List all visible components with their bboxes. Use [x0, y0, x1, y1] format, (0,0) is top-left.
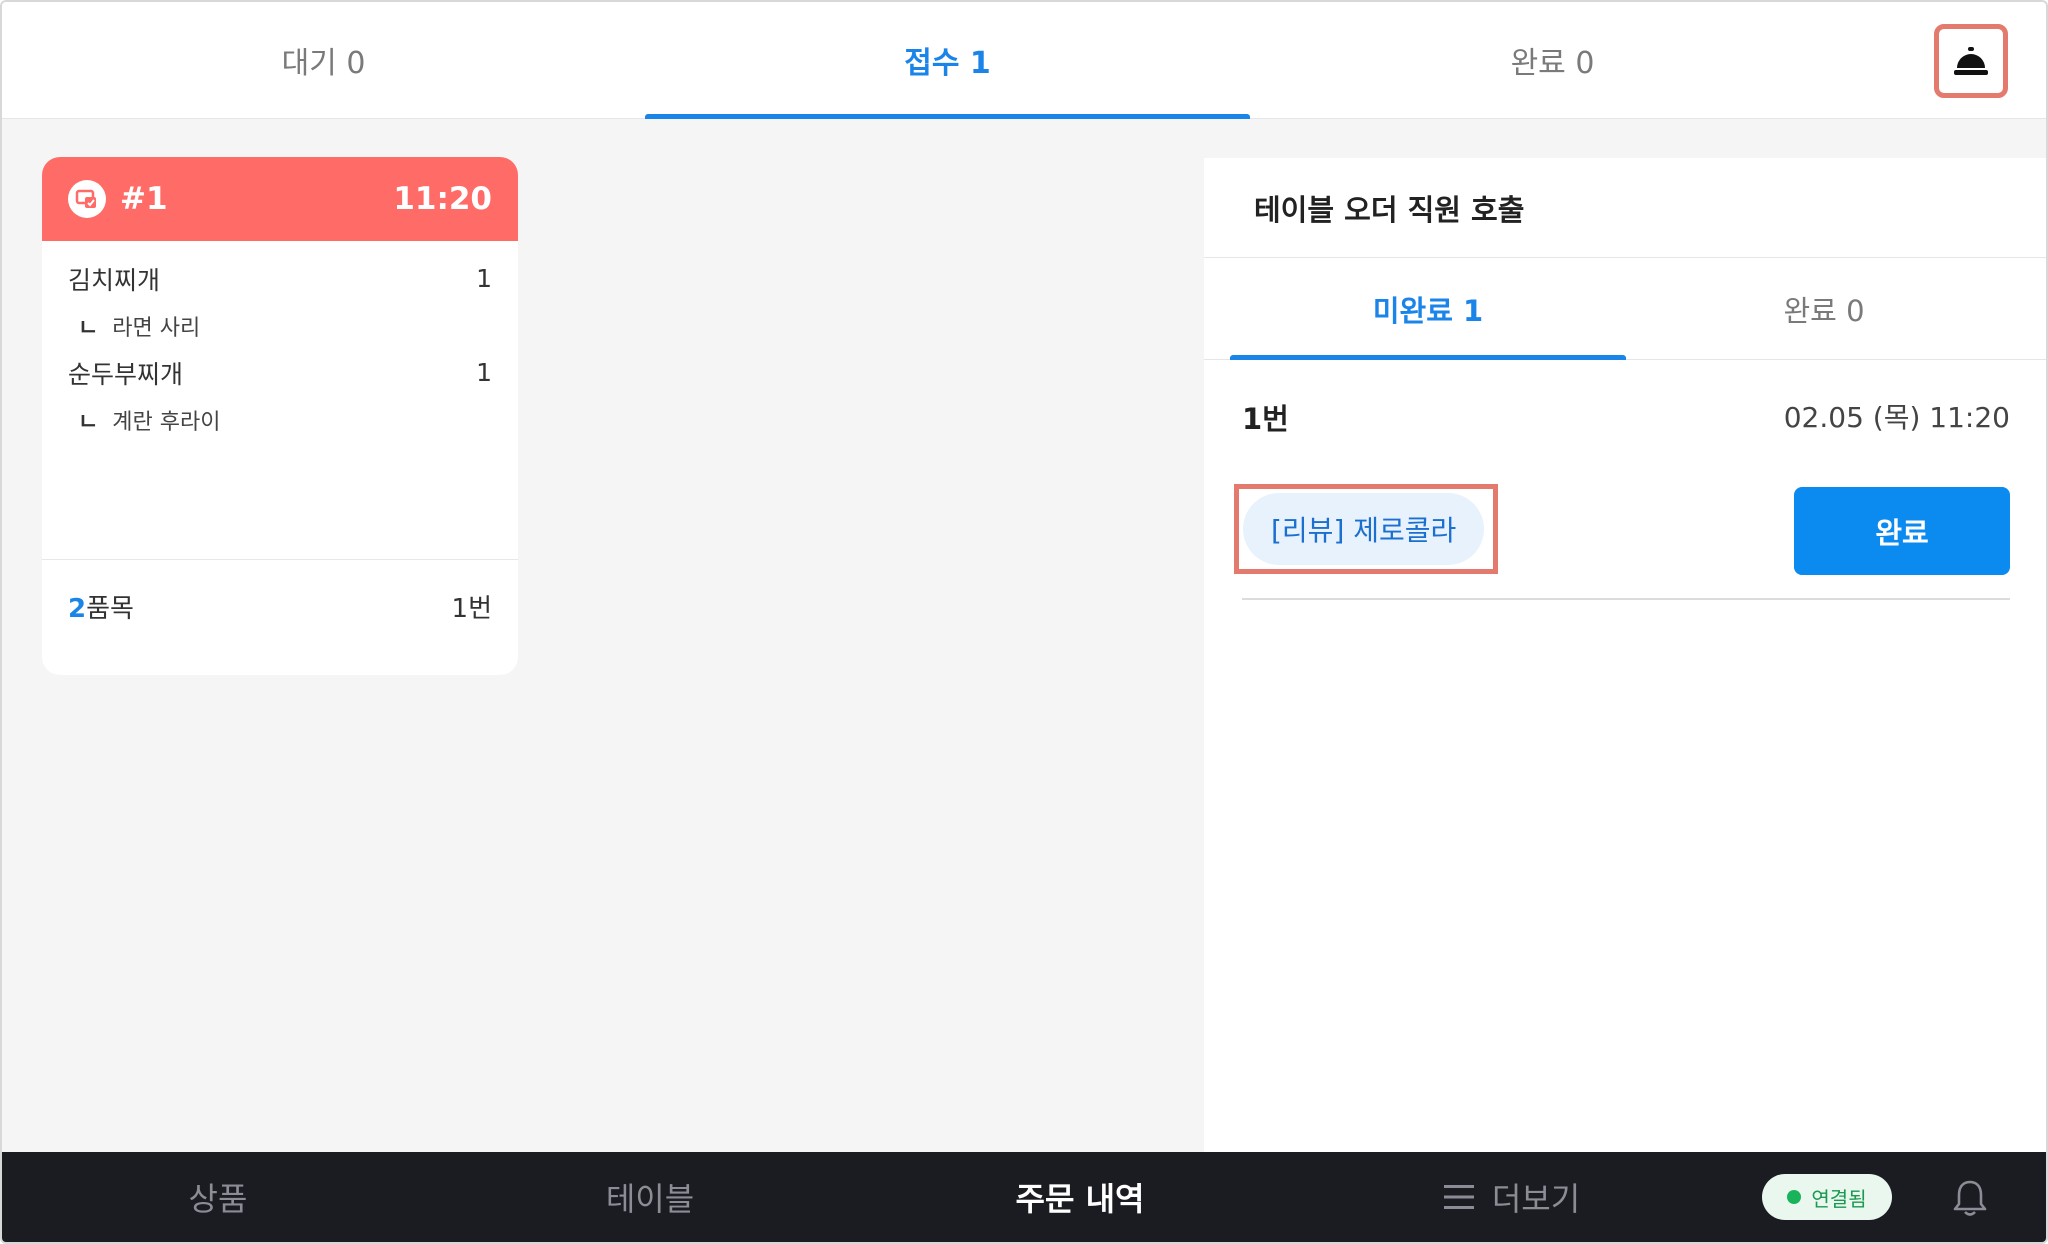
option-marker: ㄴ: [78, 409, 99, 435]
option-name: 라면 사리: [112, 315, 201, 341]
connection-status-label: 연결됨: [1811, 1186, 1867, 1211]
bottom-nav: 상품 테이블 주문 내역 더보기 연결됨: [2, 1152, 2046, 1242]
app-window: 대기 0 접수 1 완료 0 #1 1 1:20 김치찌개 1 ㄴ 라면 사리 순…: [0, 0, 2048, 1244]
nav-tables-label: 테이블: [605, 1180, 695, 1218]
item-option: ㄴ 계란 후라이: [68, 396, 492, 443]
order-items: 김치찌개 1 ㄴ 라면 사리 순두부찌개 1 ㄴ 계란 후라이: [42, 241, 518, 559]
tab-accepted[interactable]: 접수 1: [645, 2, 1250, 119]
staff-call-panel: 테이블 오더 직원 호출 미완료 1 완료 0 1번 02.05 (목) 11:…: [1204, 158, 2046, 1152]
order-item: 순두부찌개 1: [68, 349, 492, 396]
request-highlight: [리뷰] 제로콜라: [1234, 484, 1498, 574]
item-name: 순두부찌개: [68, 359, 184, 389]
item-option: ㄴ 라면 사리: [68, 302, 492, 349]
bell-outline-icon: [1953, 1180, 1987, 1216]
nav-products-label: 상품: [188, 1180, 248, 1218]
nav-more[interactable]: 더보기: [1382, 1152, 1642, 1242]
staff-call-item: 1번 02.05 (목) 11:20 [리뷰] 제로콜라 완료: [1234, 360, 2010, 600]
item-count-number: 2: [68, 594, 87, 624]
nav-more-label: 더보기: [1491, 1180, 1581, 1218]
item-name: 김치찌개: [68, 265, 161, 295]
tablet-order-icon: [68, 180, 106, 218]
order-card-header: #1 11:20: [42, 157, 518, 241]
nav-tables[interactable]: 테이블: [520, 1152, 780, 1242]
table-number: 1번: [451, 594, 492, 624]
tab-waiting-label: 대기 0: [281, 46, 366, 81]
item-count-unit: 품목: [86, 594, 134, 624]
order-card-footer: 2품목 1번: [42, 559, 518, 653]
connection-status: 연결됨: [1762, 1174, 1892, 1220]
panel-title: 테이블 오더 직원 호출: [1204, 158, 2046, 258]
tab-incomplete-label: 미완료 1: [1372, 293, 1484, 328]
nav-order-history[interactable]: 주문 내역: [950, 1152, 1210, 1242]
option-marker: ㄴ: [78, 315, 99, 341]
tab-accepted-label: 접수 1: [904, 46, 991, 81]
item-qty: 1: [476, 358, 492, 387]
hamburger-icon: [1443, 1185, 1474, 1209]
tab-completed[interactable]: 완료 0: [1250, 2, 1855, 118]
tab-incomplete[interactable]: 미완료 1: [1230, 258, 1626, 360]
complete-button[interactable]: 완료: [1794, 487, 2010, 575]
tab-call-completed-label: 완료 0: [1783, 293, 1865, 328]
tab-call-completed[interactable]: 완료 0: [1626, 258, 2022, 359]
order-item: 김치찌개 1: [68, 255, 492, 302]
nav-products[interactable]: 상품: [88, 1152, 348, 1242]
staff-call-button[interactable]: [1934, 24, 2008, 98]
call-datetime: 02.05 (목) 11:20: [1783, 401, 2010, 434]
nav-order-history-label: 주문 내역: [1015, 1180, 1145, 1218]
call-table-number: 1번: [1242, 402, 1289, 436]
tab-completed-label: 완료 0: [1510, 46, 1595, 81]
order-card[interactable]: #1 11:20 김치찌개 1 ㄴ 라면 사리 순두부찌개 1 ㄴ 계란 후라이…: [42, 157, 518, 675]
item-qty: 1: [476, 264, 492, 293]
item-count: 2품목: [68, 588, 134, 625]
notifications-button[interactable]: [1950, 1176, 1990, 1220]
request-chip: [리뷰] 제로콜라: [1243, 493, 1485, 565]
order-time: 11:20: [393, 181, 492, 217]
staff-call-tabs: 미완료 1 완료 0: [1204, 258, 2046, 360]
order-status-tabs: 대기 0 접수 1 완료 0: [2, 2, 2046, 119]
tab-waiting[interactable]: 대기 0: [2, 2, 645, 118]
status-dot: [1787, 1190, 1802, 1204]
order-number: #1: [120, 181, 168, 217]
service-bell-icon: [1954, 47, 1988, 75]
option-name: 계란 후라이: [112, 409, 221, 435]
